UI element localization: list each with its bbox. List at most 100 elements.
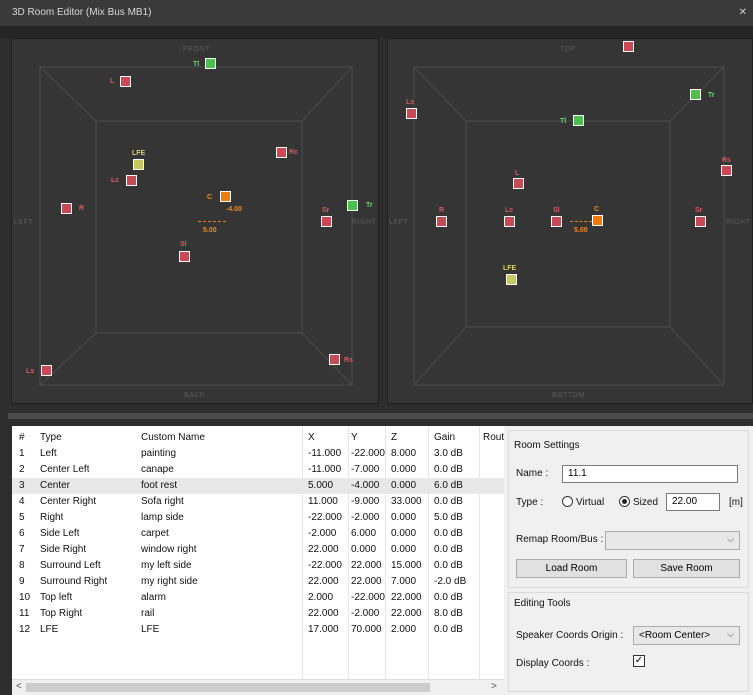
plan-view-front[interactable]: FRONT BACK LEFT RIGHT L Tl LFE Lc Rc C -… xyxy=(11,38,379,404)
speaker-table[interactable]: # Type Custom Name X Y Z Gain Rout 1 Left… xyxy=(12,426,504,679)
speaker-l-top[interactable] xyxy=(513,178,524,189)
cell-custom-name[interactable]: window right xyxy=(141,544,197,555)
table-row[interactable]: 4 Center Right Sofa right 11.000 -9.000 33.00… xyxy=(12,494,504,510)
speaker-rs[interactable] xyxy=(329,354,340,365)
speaker-l[interactable] xyxy=(120,76,131,87)
speaker-ls-top[interactable] xyxy=(406,108,417,119)
cell-z: 33.000 xyxy=(391,496,422,507)
table-row[interactable]: 11 Top Right rail 22.000 -2.000 22.000 8.0 dB xyxy=(12,606,504,622)
save-room-button[interactable]: Save Room xyxy=(633,559,740,578)
room-name-input[interactable]: 11.1 xyxy=(562,465,738,483)
header-rout[interactable]: Rout xyxy=(483,432,504,443)
speaker-lc-top[interactable] xyxy=(504,216,515,227)
speaker-c[interactable] xyxy=(220,191,231,202)
speaker-lc[interactable] xyxy=(126,175,137,186)
cell-z: 0.000 xyxy=(391,512,417,523)
table-row[interactable]: 12 LFE LFE 17.000 70.000 2.000 0.0 dB xyxy=(12,622,504,638)
header-y[interactable]: Y xyxy=(351,432,358,443)
cell-custom-name[interactable]: Sofa right xyxy=(141,496,184,507)
speaker-lfe[interactable] xyxy=(133,159,144,170)
cell-custom-name[interactable]: painting xyxy=(141,448,176,459)
header-gain[interactable]: Gain xyxy=(434,432,455,443)
speaker-label-c: C xyxy=(207,194,213,201)
pane-splitter[interactable] xyxy=(0,404,753,426)
header-type[interactable]: Type xyxy=(40,432,62,443)
speaker-tl-top[interactable] xyxy=(573,115,584,126)
speaker-r-top[interactable] xyxy=(436,216,447,227)
speaker-ls[interactable] xyxy=(41,365,52,376)
cell-custom-name[interactable]: foot rest xyxy=(141,480,177,491)
header-x[interactable]: X xyxy=(308,432,315,443)
cell-y: -2.000 xyxy=(351,608,380,619)
scroll-right-arrow-icon[interactable]: > xyxy=(491,681,497,692)
speaker-r[interactable] xyxy=(61,203,72,214)
speaker-label-r: R xyxy=(79,205,85,212)
cell-gain: 0.0 dB xyxy=(434,544,463,555)
cell-custom-name[interactable]: lamp side xyxy=(141,512,184,523)
table-row[interactable]: 1 Left painting -11.000 -22.000 8.000 3.0 dB xyxy=(12,446,504,462)
speaker-sl[interactable] xyxy=(179,251,190,262)
window-title-bar: 3D Room Editor (Mix Bus MB1) ✕ xyxy=(0,0,753,26)
splitter-handle[interactable] xyxy=(8,413,753,419)
load-room-button[interactable]: Load Room xyxy=(516,559,627,578)
cell-x: 11.000 xyxy=(308,496,338,507)
speaker-tr-top[interactable] xyxy=(690,89,701,100)
speaker-label-tl-top: Tl xyxy=(560,118,567,125)
speaker-label-l-top: L xyxy=(515,170,520,177)
cell-gain: 0.0 dB xyxy=(434,528,463,539)
viewport-header-strip xyxy=(0,26,753,38)
cell-type: Center xyxy=(40,480,71,491)
table-horizontal-scrollbar[interactable]: < > xyxy=(12,679,504,695)
remap-dropdown[interactable]: ⌵ xyxy=(605,531,740,550)
cell-custom-name[interactable]: LFE xyxy=(141,624,159,635)
cell-custom-name[interactable]: my right side xyxy=(141,576,198,587)
cell-custom-name[interactable]: canape xyxy=(141,464,174,475)
table-row[interactable]: 9 Surround Right my right side 22.000 22.000… xyxy=(12,574,504,590)
table-row[interactable]: 2 Center Left canape -11.000 -7.000 0.000 0.0 … xyxy=(12,462,504,478)
speaker-lfe-top[interactable] xyxy=(506,274,517,285)
table-row[interactable]: 3 Center foot rest 5.000 -4.000 0.000 6.0 dB xyxy=(12,478,504,494)
cell-custom-name[interactable]: rail xyxy=(141,608,154,619)
header-index[interactable]: # xyxy=(19,432,25,443)
header-z[interactable]: Z xyxy=(391,432,397,443)
cell-z: 7.000 xyxy=(391,576,417,587)
back-label: BACK xyxy=(184,392,206,399)
speaker-rs-top[interactable] xyxy=(721,165,732,176)
cell-type: Top left xyxy=(40,592,73,603)
speaker-c-top[interactable] xyxy=(592,215,603,226)
speaker-label-ls: Ls xyxy=(26,368,35,375)
speaker-sr[interactable] xyxy=(321,216,332,227)
plan-view-top[interactable]: TOP BOTTOM LEFT RIGHT Ls Tr Tl Rs L R Lc… xyxy=(387,38,753,404)
speaker-sl-top[interactable] xyxy=(551,216,562,227)
room-size-input[interactable]: 22.00 xyxy=(666,493,720,511)
table-row[interactable]: 6 Side Left carpet -2.000 6.000 0.000 0.0 dB xyxy=(12,526,504,542)
speaker-tr[interactable] xyxy=(347,200,358,211)
cell-custom-name[interactable]: my left side xyxy=(141,560,192,571)
speaker-rc[interactable] xyxy=(276,147,287,158)
chevron-down-icon: ⌵ xyxy=(727,629,734,639)
coords-origin-dropdown[interactable]: <Room Center> ⌵ xyxy=(633,626,740,645)
table-row[interactable]: 7 Side Right window right 22.000 0.000 0.000 0… xyxy=(12,542,504,558)
sized-radio[interactable] xyxy=(619,496,630,507)
settings-panel: Room Settings Name : 11.1 Type : Virtual… xyxy=(504,426,753,695)
cell-gain: 0.0 dB xyxy=(434,624,463,635)
close-icon[interactable]: ✕ xyxy=(739,7,747,18)
speaker-tl[interactable] xyxy=(205,58,216,69)
cell-custom-name[interactable]: alarm xyxy=(141,592,166,603)
table-row[interactable]: 10 Top left alarm 2.000 -22.000 22.000 0.0 dB xyxy=(12,590,504,606)
speaker-sr-top[interactable] xyxy=(695,216,706,227)
speaker-label-rc: Rc xyxy=(289,149,298,156)
cell-custom-name[interactable]: carpet xyxy=(141,528,169,539)
table-row[interactable]: 5 Right lamp side -22.000 -2.000 0.000 5.0 dB xyxy=(12,510,504,526)
cell-type: Surround Left xyxy=(40,560,101,571)
display-coords-checkbox[interactable]: ✓ xyxy=(633,655,645,667)
cell-index: 6 xyxy=(19,528,25,539)
header-custom-name[interactable]: Custom Name xyxy=(141,432,205,443)
cell-gain: 8.0 dB xyxy=(434,608,463,619)
cell-type: Left xyxy=(40,448,57,459)
virtual-radio[interactable] xyxy=(562,496,573,507)
scrollbar-thumb[interactable] xyxy=(26,683,430,692)
table-row[interactable]: 8 Surround Left my left side -22.000 22.000 1… xyxy=(12,558,504,574)
speaker-top-offscreen[interactable] xyxy=(623,41,634,52)
scroll-left-arrow-icon[interactable]: < xyxy=(16,681,22,692)
